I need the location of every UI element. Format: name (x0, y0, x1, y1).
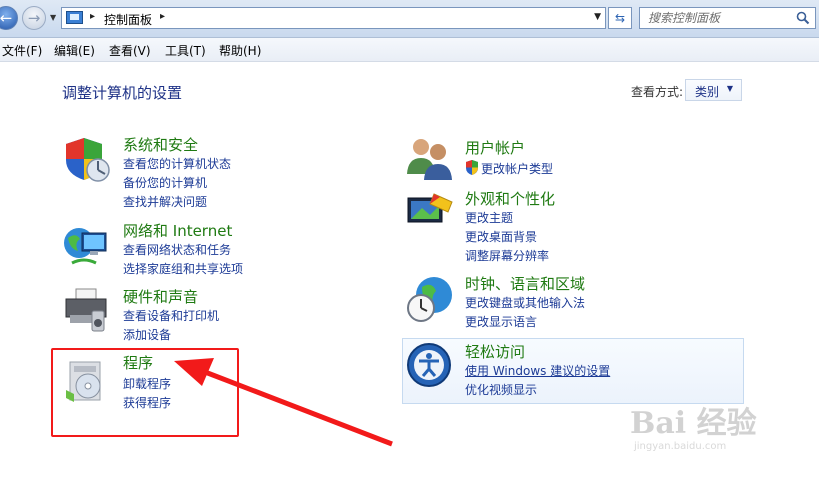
watermark-subtext: jingyan.baidu.com (634, 441, 727, 452)
watermark-text: Bai 经验 (630, 406, 757, 441)
baidu-jingyan-watermark: Bai 经验 jingyan.baidu.com (630, 398, 780, 458)
